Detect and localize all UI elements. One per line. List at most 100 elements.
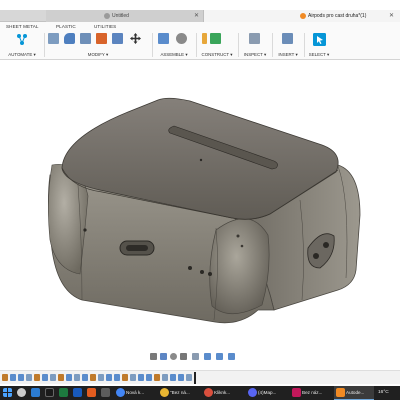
construct-group[interactable]: CONSTRUCT ▾ bbox=[198, 31, 236, 59]
grid-settings-icon[interactable] bbox=[216, 353, 223, 360]
timeline-feature-icon[interactable] bbox=[34, 374, 40, 381]
document-tab-bar: Untitled ✕ Airpods pro cast druha*(1) ✕ bbox=[0, 10, 400, 22]
tab-untitled[interactable]: Untitled ✕ bbox=[46, 10, 204, 22]
app-icon[interactable] bbox=[101, 388, 110, 397]
measure-icon bbox=[249, 33, 260, 44]
windows-taskbar: Nová k... "Bez ná... Kliknk... (4)Map...… bbox=[0, 386, 400, 400]
timeline-feature-icon[interactable] bbox=[58, 374, 64, 381]
divider bbox=[272, 33, 273, 57]
paint-icon bbox=[292, 388, 301, 397]
close-icon[interactable]: ✕ bbox=[389, 10, 394, 22]
divider bbox=[196, 33, 197, 57]
taskbar-item[interactable]: "Bez ná... bbox=[158, 386, 202, 400]
automate-label: AUTOMATE ▾ bbox=[8, 52, 36, 57]
word-icon[interactable] bbox=[73, 388, 82, 397]
timeline-feature-icon[interactable] bbox=[10, 374, 16, 381]
fillet-icon bbox=[64, 33, 75, 44]
taskbar-item[interactable]: Bez náz... bbox=[290, 386, 334, 400]
fusion360-icon bbox=[336, 388, 345, 397]
app-icon[interactable] bbox=[87, 388, 96, 397]
tab-label: Untitled bbox=[112, 13, 129, 19]
inspect-group[interactable]: INSPECT ▾ bbox=[240, 31, 270, 59]
timeline-feature-icon[interactable] bbox=[170, 374, 176, 381]
search-icon[interactable] bbox=[17, 388, 26, 397]
timeline-feature-icon[interactable] bbox=[130, 374, 136, 381]
taskbar-item-label: Autode... bbox=[346, 390, 365, 395]
select-group[interactable]: SELECT ▾ bbox=[306, 31, 332, 59]
construct-label: CONSTRUCT ▾ bbox=[201, 52, 233, 57]
timeline-feature-icon[interactable] bbox=[42, 374, 48, 381]
timeline-feature-icon[interactable] bbox=[98, 374, 104, 381]
fit-icon[interactable] bbox=[192, 353, 199, 360]
modify-group[interactable]: MODIFY ▾ bbox=[46, 31, 150, 59]
insert-group[interactable]: INSERT ▾ bbox=[274, 31, 302, 59]
excel-icon[interactable] bbox=[59, 388, 68, 397]
timeline-feature-icon[interactable] bbox=[122, 374, 128, 381]
timeline-feature-icon[interactable] bbox=[186, 374, 192, 381]
chrome-icon bbox=[116, 388, 125, 397]
taskbar-item-label: "Bez ná... bbox=[170, 390, 190, 395]
chamfer-icon bbox=[80, 33, 91, 44]
close-icon[interactable]: ✕ bbox=[194, 10, 199, 22]
inspect-label: INSPECT ▾ bbox=[243, 52, 267, 57]
weather-temperature[interactable]: 16°C bbox=[378, 386, 389, 400]
timeline-feature-icon[interactable] bbox=[2, 374, 8, 381]
taskbar-item[interactable]: Kliknk... bbox=[202, 386, 246, 400]
timeline-feature-icon[interactable] bbox=[162, 374, 168, 381]
timeline-feature-icon[interactable] bbox=[178, 374, 184, 381]
discord-icon bbox=[248, 388, 257, 397]
assemble-group[interactable]: ASSEMBLE ▾ bbox=[154, 31, 194, 59]
timeline-feature-icon[interactable] bbox=[90, 374, 96, 381]
timeline-feature-icon[interactable] bbox=[66, 374, 72, 381]
windows-start-icon[interactable] bbox=[3, 388, 12, 397]
timeline-feature-icon[interactable] bbox=[82, 374, 88, 381]
insert-label: INSERT ▾ bbox=[278, 52, 298, 57]
document-icon bbox=[104, 13, 110, 19]
orbit-icon[interactable] bbox=[150, 353, 157, 360]
joint-icon bbox=[176, 33, 187, 44]
taskbar-item-label: Bez náz... bbox=[302, 390, 323, 395]
taskbar-item[interactable]: Nová k... bbox=[114, 386, 158, 400]
divider bbox=[304, 33, 305, 57]
new-component-icon bbox=[158, 33, 169, 44]
timeline-feature-icon[interactable] bbox=[114, 374, 120, 381]
combine-icon bbox=[112, 33, 123, 44]
look-at-icon[interactable] bbox=[160, 353, 167, 360]
modify-label: MODIFY ▾ bbox=[87, 52, 109, 57]
chrome-icon bbox=[160, 388, 169, 397]
timeline-feature-icon[interactable] bbox=[18, 374, 24, 381]
taskbar-item-label: Kliknk... bbox=[214, 390, 231, 395]
chrome-icon bbox=[204, 388, 213, 397]
taskbar-item-label: (4)Map... bbox=[258, 390, 277, 395]
timeline-bar[interactable] bbox=[0, 370, 400, 384]
ribbon-toolbar: SHEET METAL PLASTIC UTILITIES AUTOMATE ▾… bbox=[0, 22, 400, 60]
display-settings-icon[interactable] bbox=[204, 353, 211, 360]
automate-group[interactable]: AUTOMATE ▾ bbox=[4, 31, 40, 59]
navigation-bar bbox=[150, 352, 246, 362]
offset-plane-icon bbox=[202, 33, 207, 44]
timeline-feature-icon[interactable] bbox=[154, 374, 160, 381]
pan-icon[interactable] bbox=[170, 353, 177, 360]
airpods-case-model[interactable] bbox=[0, 60, 400, 348]
insert-image-icon bbox=[282, 33, 293, 44]
viewports-icon[interactable] bbox=[228, 353, 235, 360]
canvas-viewport[interactable] bbox=[0, 60, 400, 348]
tab-plastic[interactable]: PLASTIC bbox=[56, 24, 76, 29]
timeline-feature-icon[interactable] bbox=[26, 374, 32, 381]
app-icon[interactable] bbox=[45, 388, 54, 397]
tab-utilities[interactable]: UTILITIES bbox=[94, 24, 116, 29]
divider bbox=[44, 33, 45, 57]
assemble-label: ASSEMBLE ▾ bbox=[160, 52, 188, 57]
timeline-feature-icon[interactable] bbox=[138, 374, 144, 381]
tab-sheet-metal[interactable]: SHEET METAL bbox=[6, 24, 39, 29]
timeline-marker[interactable] bbox=[194, 372, 196, 384]
timeline-feature-icon[interactable] bbox=[106, 374, 112, 381]
timeline-feature-icon[interactable] bbox=[146, 374, 152, 381]
zoom-icon[interactable] bbox=[180, 353, 187, 360]
tab-airpods-pro-cast-druha[interactable]: Airpods pro cast druha*(1) ✕ bbox=[204, 10, 400, 22]
taskbar-item[interactable]: (4)Map... bbox=[246, 386, 290, 400]
outlook-icon[interactable] bbox=[31, 388, 40, 397]
taskbar-item-active[interactable]: Autode... bbox=[334, 386, 374, 400]
timeline-feature-icon[interactable] bbox=[74, 374, 80, 381]
timeline-feature-icon[interactable] bbox=[50, 374, 56, 381]
